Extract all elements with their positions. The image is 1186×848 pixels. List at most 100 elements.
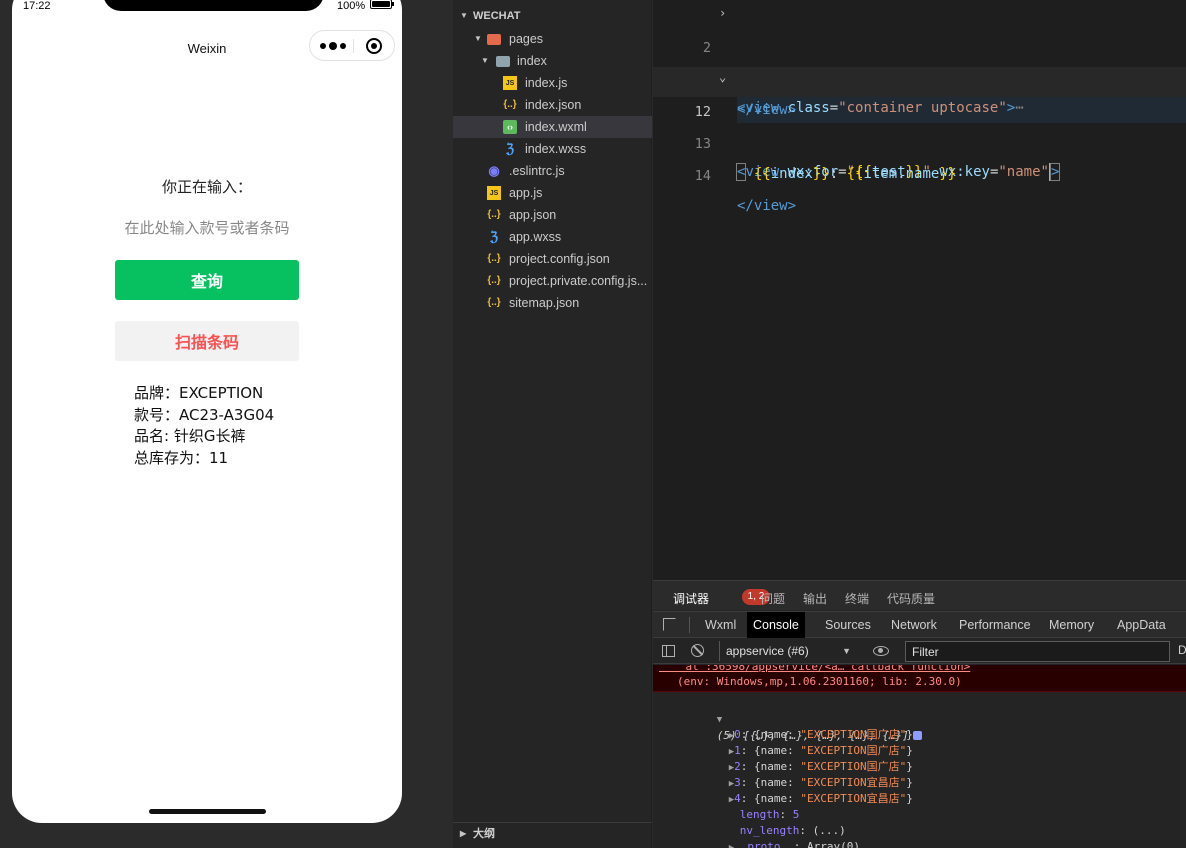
folder-icon [487,34,501,45]
console-filter-input[interactable] [905,641,1170,662]
error-env-line: (env: Windows,mp,1.06.2301160; lib: 2.30… [677,675,962,688]
more-icon[interactable] [320,37,352,55]
array-item-row[interactable]: ▶4: {name: "EXCEPTION宜昌店"} [689,775,913,805]
property-value: Array(0) [807,840,861,848]
tab-output[interactable]: 输出 [803,590,827,607]
tab-code-quality[interactable]: 代码质量 [887,590,935,607]
context-selector[interactable]: appservice (#6) ▼ [719,641,855,661]
default-levels-dropdown[interactable]: D [1178,643,1186,657]
outline-section-title: 大纲 [473,828,495,840]
result-style-no: 款号：AC23-A3G04 [134,405,275,424]
tab-wxml[interactable]: Wxml [699,612,742,638]
code-line[interactable]: 13 {{index}}: {{item.name}} [653,99,1186,182]
chevron-down-icon: ▼ [474,34,482,43]
tree-item-label: index.json [525,98,582,112]
tab-network[interactable]: Network [885,612,943,638]
chevron-down-icon[interactable]: ⌄ [719,62,726,92]
js-file-icon: JS [503,76,517,90]
explorer-section-title: WECHAT [473,10,521,22]
code-editor[interactable]: 2 › <view class="container uptocase">⋯ 1… [653,0,1186,580]
tree-item-label: sitemap.json [509,296,580,310]
folder-open-icon [496,56,510,67]
tree-item-label: index [517,54,547,68]
tree-folder-pages[interactable]: ▼ pages [453,28,652,50]
tree-file-eslintrc[interactable]: ◉ .eslintrc.js [453,160,652,182]
dropdown-arrow-icon: ▼ [842,646,851,656]
result-block: 品牌：EXCEPTION 款号：AC23-A3G04 品名: 针织G长裤 总库存… [134,383,274,469]
tab-console[interactable]: Console [747,612,805,638]
result-brand: 品牌：EXCEPTION [134,384,264,402]
home-indicator [149,809,266,814]
tree-file-sitemap[interactable]: {..} sitemap.json [453,292,652,314]
tab-divider [689,617,690,633]
inspect-element-icon[interactable] [663,618,676,631]
tree-file-app-json[interactable]: {..} app.json [453,204,652,226]
context-selector-value: appservice (#6) [726,644,809,658]
wxss-file-icon: ℨ [489,229,498,244]
chevron-right-icon[interactable]: › [719,0,726,28]
scan-barcode-button[interactable]: 扫描条码 [115,321,299,361]
array-length-row: length: 5 [739,808,800,821]
property-key: __proto__ [734,840,794,848]
tree-file-index-js[interactable]: JS index.js [453,72,652,94]
info-icon [912,731,922,740]
devtools-panel: 调试器 1, 2 问题 输出 终端 代码质量 Wxml Console Sour… [653,580,1186,848]
battery-level [372,1,390,7]
code-line[interactable]: 11 </view> [653,35,1186,118]
search-input[interactable] [92,216,322,240]
code-line-current[interactable]: 12 ⌄ <view wx:for="{{test}}" wx:key="nam… [653,67,1186,181]
console-error-message: at :36598/appservice/<a… callback functi… [653,665,1186,692]
eslint-file-icon: ◉ [488,163,500,178]
tree-item-label: pages [509,32,544,46]
array-item-row[interactable]: ▶3: {name: "EXCEPTION宜昌店"} [689,759,913,789]
error-stack-line[interactable]: at :36598/appservice/<a… callback functi… [659,665,970,673]
tree-item-label: app.json [509,208,557,222]
devtools-panel-tabs: Wxml Console Sources Network Performance… [653,611,1186,638]
code-line[interactable]: 2 › <view class="container uptocase">⋯ [653,0,1186,123]
array-log-entry[interactable]: ▼ (5) [{…}, {…}, {…}, {…}, {…}] [677,695,922,742]
tree-file-index-json[interactable]: {..} index.json [453,94,652,116]
array-item-row[interactable]: ▶2: {name: "EXCEPTION国广店"} [689,743,913,773]
array-proto-row[interactable]: ▶__proto__: Array(0) [689,823,860,848]
code-line[interactable]: 14 </view> [653,131,1186,214]
array-item-row[interactable]: ▶0: {name: "EXCEPTION国广店"} [689,711,913,741]
tree-item-label: app.js [509,186,543,200]
tree-item-label: index.js [525,76,568,90]
array-item-row[interactable]: ▶1: {name: "EXCEPTION国广店"} [689,727,913,757]
query-button[interactable]: 查询 [115,260,299,300]
json-file-icon: {..} [503,99,517,110]
tree-file-index-wxml[interactable]: ‹› index.wxml [453,116,652,138]
wxss-file-icon: ℨ [505,141,514,156]
live-expression-eye-icon[interactable] [873,646,889,656]
tree-item-label: index.wxml [525,120,587,134]
json-file-icon: {..} [487,209,501,220]
tree-file-project-config[interactable]: {..} project.config.json [453,248,652,270]
you-typing-label: 你正在输入： [161,178,252,196]
outline-section-header[interactable]: ▶ 大纲 [453,822,652,844]
capsule-menu [309,30,395,61]
tab-problems[interactable]: 问题 [761,590,785,607]
capsule-divider [353,39,354,53]
tab-appdata[interactable]: AppData [1111,612,1172,638]
sidebar-toggle-icon[interactable] [662,645,675,657]
array-nv-length-row[interactable]: nv_length: (...) [700,807,846,837]
tree-folder-index[interactable]: ▼ index [453,50,652,72]
tree-item-label: .eslintrc.js [509,164,565,178]
chevron-down-icon: ▼ [460,11,468,20]
status-time: 17:22 [23,0,51,12]
tree-file-app-js[interactable]: JS app.js [453,182,652,204]
tree-file-index-wxss[interactable]: ℨ index.wxss [453,138,652,160]
tab-terminal[interactable]: 终端 [845,590,869,607]
clear-console-icon[interactable] [691,644,704,657]
tab-sources[interactable]: Sources [819,612,877,638]
explorer-section-header[interactable]: ▼ WECHAT [453,8,652,26]
console-output: at :36598/appservice/<a… callback functi… [653,665,1186,848]
line-number: 14 [694,168,711,184]
chevron-right-icon: ▶ [460,829,467,838]
close-miniprogram-icon[interactable] [366,38,382,54]
tree-file-project-private-config[interactable]: {..} project.private.config.js... [453,270,652,292]
tab-performance[interactable]: Performance [953,612,1037,638]
tree-file-app-wxss[interactable]: ℨ app.wxss [453,226,652,248]
tab-memory[interactable]: Memory [1043,612,1100,638]
tab-debugger[interactable]: 调试器 [673,590,709,607]
